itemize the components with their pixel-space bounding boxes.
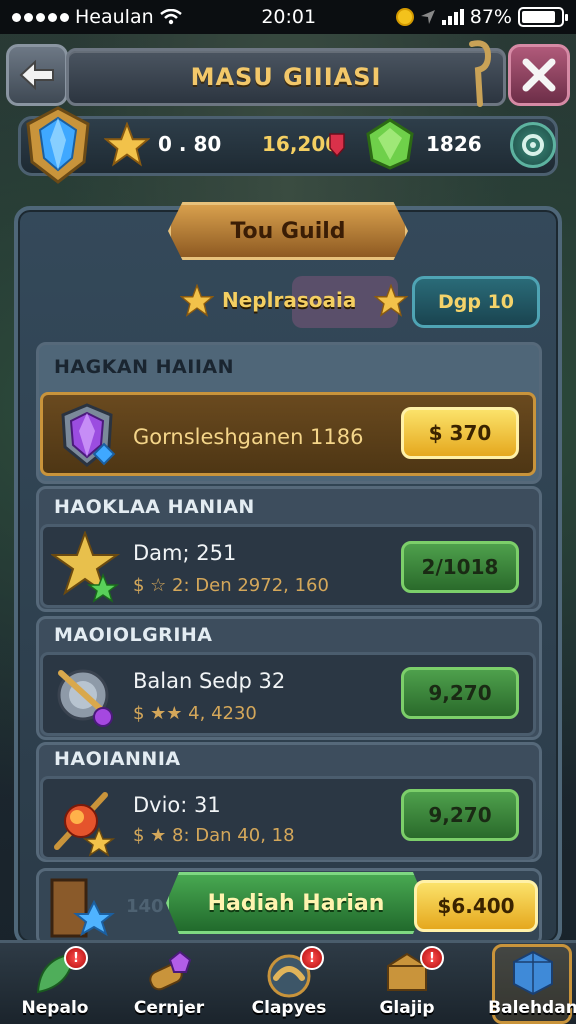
location-arrow-icon xyxy=(420,10,435,24)
nav-label-5: Balehdan xyxy=(488,998,576,1018)
item-sub-4: $ ★ 8: Dan 40, 18 xyxy=(133,825,295,846)
crate-gem-icon xyxy=(50,878,115,938)
notification-badge-1: ! xyxy=(64,946,88,970)
nav-item-nepalo[interactable]: ! Nepalo xyxy=(0,944,110,1024)
item-title-2: Dam; 251 xyxy=(133,541,237,565)
signal-dots-icon xyxy=(12,12,69,22)
dice-icon xyxy=(513,950,553,996)
nav-item-cernjer[interactable]: Cernjer xyxy=(114,944,224,1024)
gold-star-gem-icon xyxy=(51,531,121,603)
section-title-3: MAOIOLGRIHA xyxy=(54,624,213,646)
clock-time: 20:01 xyxy=(261,6,317,28)
notification-badge-4: ! xyxy=(420,946,444,970)
arrow-left-icon xyxy=(19,59,54,91)
guild-rank-text: Dgp 10 xyxy=(437,291,515,313)
star-left-icon xyxy=(180,284,214,317)
guild-name: Neplrasoaia xyxy=(222,288,357,312)
purple-gem-shield-icon xyxy=(61,403,116,467)
list-item-1[interactable]: Gornsleshganen 1186 $ 370 xyxy=(40,392,536,476)
item-sub-2: $ ☆ 2: Den 2972, 160 xyxy=(133,575,329,596)
guild-plate-label: Tou Guild xyxy=(230,218,346,244)
ruby-icon xyxy=(329,133,345,158)
close-button[interactable] xyxy=(508,44,570,106)
item-title-3: Balan Sedp 32 xyxy=(133,669,286,693)
star-icon xyxy=(104,122,150,167)
list-item-2[interactable]: Dam; 251 $ ☆ 2: Den 2972, 160 2/1018 xyxy=(40,524,536,608)
buy-button-1[interactable]: $ 370 xyxy=(401,407,519,459)
green-gem-icon xyxy=(366,118,414,170)
list-item-3[interactable]: Balan Sedp 32 $ ★★ 4, 4230 9,270 xyxy=(40,652,536,736)
alarm-icon xyxy=(395,8,414,26)
back-button[interactable] xyxy=(6,44,68,106)
fire-staff-icon xyxy=(54,792,116,857)
buy-price-2: 2/1018 xyxy=(421,555,499,579)
daily-price-button[interactable]: $6.400 xyxy=(414,880,538,932)
nav-label-4: Glajip xyxy=(379,998,435,1018)
header-title-bar: MASU GIIIASI xyxy=(66,48,506,106)
buy-price-3: 9,270 xyxy=(428,681,492,705)
battery-icon xyxy=(517,7,568,27)
nav-item-clapyes[interactable]: ! Clapyes xyxy=(234,944,344,1024)
guild-rank-badge[interactable]: Dgp 10 xyxy=(412,276,540,328)
section-title-2: HAOKLAA HANIAN xyxy=(54,496,255,518)
buy-button-2[interactable]: 2/1018 xyxy=(401,541,519,593)
daily-reward-label: Hadiah Harian xyxy=(207,890,385,916)
daily-price-text: $6.400 xyxy=(437,894,515,918)
page-title: MASU GIIIASI xyxy=(190,63,382,91)
crystal-crest-icon xyxy=(26,106,90,184)
buy-button-4[interactable]: 9,270 xyxy=(401,789,519,841)
buy-price-1: $ 370 xyxy=(428,421,492,445)
nav-item-glajip[interactable]: ! Glajip xyxy=(352,944,462,1024)
gear-icon xyxy=(522,134,544,156)
item-sub-3: $ ★★ 4, 4230 xyxy=(133,703,257,724)
buy-button-3[interactable]: 9,270 xyxy=(401,667,519,719)
gems-count: 1826 xyxy=(426,132,482,156)
cellular-bars-icon xyxy=(441,9,464,25)
notification-badge-3: ! xyxy=(300,946,324,970)
item-title-4: Dvio: 31 xyxy=(133,793,221,817)
sword-shield-icon xyxy=(57,669,113,727)
nav-item-balehdan[interactable]: Balehdan xyxy=(478,944,576,1024)
nav-label-3: Clapyes xyxy=(251,998,327,1018)
nav-label-2: Cernjer xyxy=(133,998,205,1018)
scroll-gem-icon xyxy=(149,950,192,991)
item-title-1: Gornsleshganen 1186 xyxy=(133,425,364,449)
close-icon xyxy=(522,58,556,92)
section-title-4: HAOIANNIA xyxy=(54,748,181,770)
hook-ornament-icon xyxy=(469,40,492,107)
status-bar: Heaulan 20:01 87% xyxy=(0,0,576,34)
settings-button[interactable] xyxy=(510,122,556,168)
battery-percent: 87% xyxy=(469,6,512,28)
wifi-icon xyxy=(159,9,182,25)
buy-price-4: 9,270 xyxy=(428,803,492,827)
nav-label-1: Nepalo xyxy=(21,998,89,1018)
star-right-icon xyxy=(374,284,408,317)
stars-count: 0 . 80 xyxy=(158,132,222,156)
guild-title-plate: Tou Guild xyxy=(168,202,408,260)
section-title-1: HAGKAN HAIIAN xyxy=(54,356,234,378)
daily-reward-button[interactable]: Hadiah Harian xyxy=(166,872,426,934)
daily-hint-text: 140 xyxy=(126,896,164,917)
carrier-name: Heaulan xyxy=(75,6,154,28)
list-item-4[interactable]: Dvio: 31 $ ★ 8: Dan 40, 18 9,270 xyxy=(40,776,536,860)
